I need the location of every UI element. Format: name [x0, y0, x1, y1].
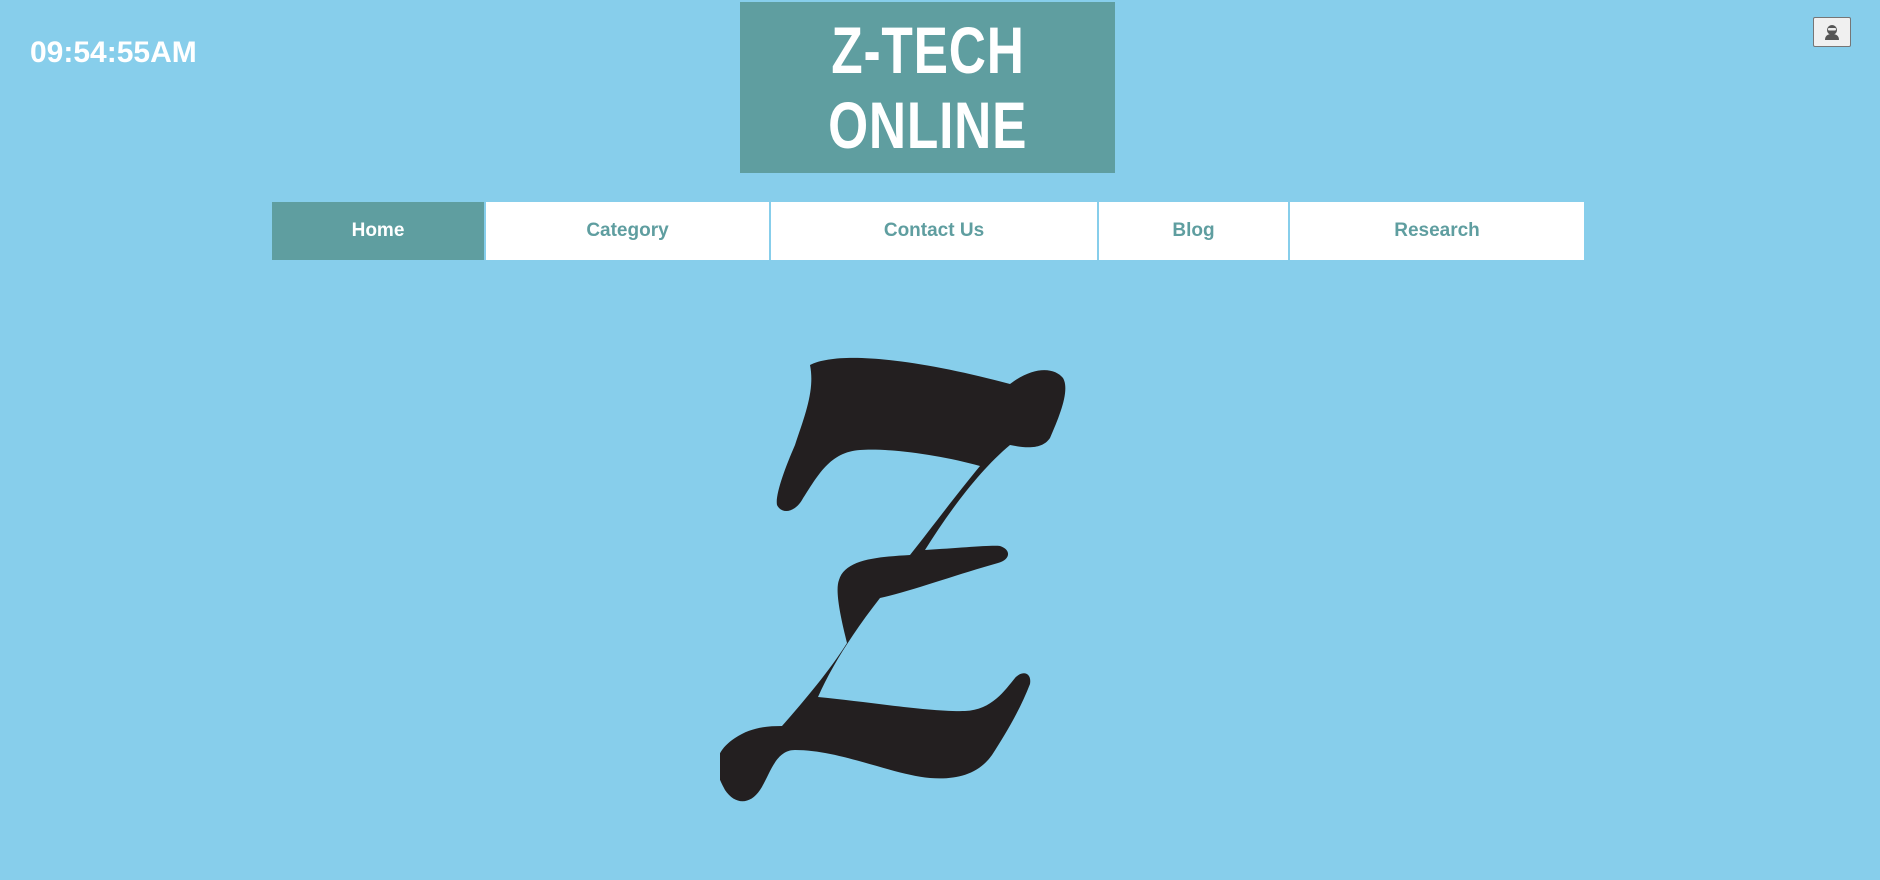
z-logo-icon: [720, 357, 1066, 802]
user-account-button[interactable]: [1813, 17, 1851, 47]
clock: 09:54:55AM: [30, 36, 197, 69]
nav-item-research[interactable]: Research: [1290, 202, 1584, 260]
nav-item-home[interactable]: Home: [272, 202, 486, 260]
main-nav: Home Category Contact Us Blog Research: [272, 202, 1584, 260]
site-title-line-2: ONLINE: [827, 87, 1028, 162]
page: 09:54:55AM Z-TECH ONLINE Home Category C…: [0, 0, 1880, 880]
nav-item-contact-us[interactable]: Contact Us: [771, 202, 1099, 260]
site-logo: Z-TECH ONLINE: [740, 2, 1115, 173]
nav-item-blog[interactable]: Blog: [1099, 202, 1290, 260]
nav-item-category[interactable]: Category: [486, 202, 771, 260]
site-title-line-1: Z-TECH: [830, 12, 1025, 87]
user-icon: [1825, 25, 1839, 40]
